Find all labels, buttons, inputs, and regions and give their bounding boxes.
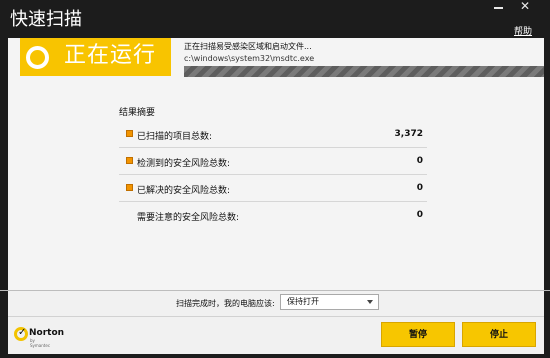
pause-button[interactable]: 暂停 xyxy=(381,322,455,347)
after-scan-value: 保持打开 xyxy=(287,297,319,306)
row-value: 0 xyxy=(416,210,423,220)
after-scan-label: 扫描完成时，我的电脑应该: xyxy=(176,299,275,308)
row-label: 已解决的安全风险总数: xyxy=(137,186,231,196)
row-value: 0 xyxy=(416,183,423,193)
bullet-icon xyxy=(126,184,133,191)
row-label: 需要注意的安全风险总数: xyxy=(137,213,240,223)
row-label: 检测到的安全风险总数: xyxy=(137,159,231,169)
scan-window: 快速扫描 ✕ 帮助 正在运行 正在扫描易受感染区域和启动文件... c:\win… xyxy=(0,0,550,358)
bottom-divider xyxy=(8,316,544,317)
status-text: 正在运行 xyxy=(64,43,157,68)
summary-row-resolved: 已解决的安全风险总数: 0 xyxy=(119,175,427,202)
help-link[interactable]: 帮助 xyxy=(514,24,532,37)
scan-content: 正在运行 正在扫描易受感染区域和启动文件... c:\windows\syste… xyxy=(8,38,544,290)
summary-row-scanned: 已扫描的项目总数: 3,372 xyxy=(119,121,427,148)
minimize-icon[interactable] xyxy=(493,2,505,10)
chevron-down-icon xyxy=(367,300,373,304)
logo-name: Norton xyxy=(29,328,65,338)
norton-logo: Norton by Symantec xyxy=(14,326,64,348)
circle-ring-icon xyxy=(26,46,49,69)
summary-title: 结果摘要 xyxy=(119,108,156,118)
bottom-panel: 扫描完成时，我的电脑应该: 保持打开 Norton by Symantec 暂停… xyxy=(8,291,544,354)
norton-check-icon xyxy=(14,327,28,341)
summary-row-attention: 需要注意的安全风险总数: 0 xyxy=(119,202,427,228)
bullet-icon xyxy=(126,157,133,164)
summary-row-detected: 检测到的安全风险总数: 0 xyxy=(119,148,427,175)
scan-progress xyxy=(184,66,544,77)
bullet-icon xyxy=(126,130,133,137)
window-title: 快速扫描 xyxy=(10,9,82,30)
close-icon[interactable]: ✕ xyxy=(518,0,532,12)
row-value: 3,372 xyxy=(394,129,423,139)
after-scan-select[interactable]: 保持打开 xyxy=(280,294,379,310)
row-label: 已扫描的项目总数: xyxy=(137,132,213,142)
status-box: 正在运行 xyxy=(20,38,171,76)
scan-label: 正在扫描易受感染区域和启动文件... xyxy=(184,42,312,51)
stop-button[interactable]: 停止 xyxy=(462,322,536,347)
current-file: c:\windows\system32\msdtc.exe xyxy=(184,54,315,63)
logo-sub: by Symantec xyxy=(30,338,51,348)
row-value: 0 xyxy=(416,156,423,166)
